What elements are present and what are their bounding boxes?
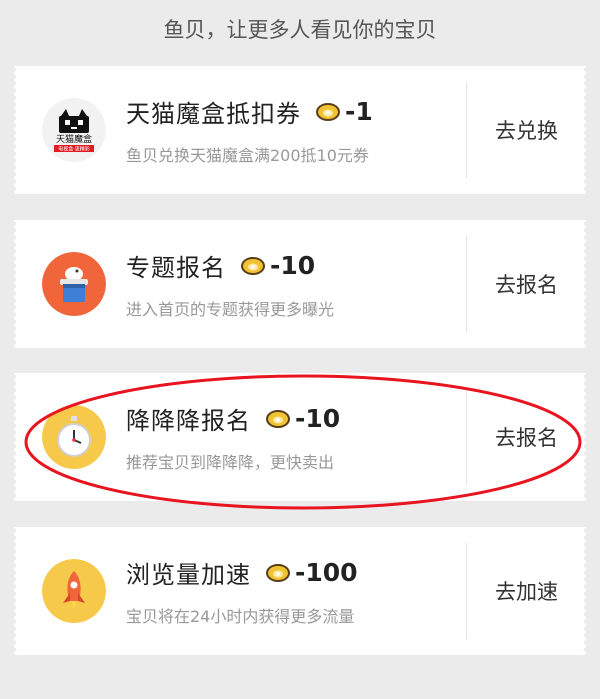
item-cost: -100: [295, 557, 358, 587]
title-row: 天猫魔盒抵扣券 -1: [126, 94, 373, 128]
item-cost: -10: [295, 403, 341, 433]
item-title: 天猫魔盒抵扣券: [126, 99, 301, 128]
list-item-topic-signup: 专题报名 -10 进入首页的专题获得更多曝光 去报名: [11, 220, 589, 348]
list-item-view-boost: 浏览量加速 -100 宝贝将在24小时内获得更多流量 去加速: [11, 527, 589, 655]
list-item-tmall-voucher: 天猫魔盒 电视盒·更精彩 天猫魔盒抵扣券 -1 鱼贝兑换天猫魔盒满200抵10元…: [11, 66, 589, 194]
page-header: 鱼贝，让更多人看见你的宝贝: [163, 18, 437, 42]
signup-button[interactable]: 去报名: [467, 220, 586, 348]
signup-button[interactable]: 去报名: [467, 373, 586, 501]
item-title: 浏览量加速: [126, 560, 251, 589]
title-row: 浏览量加速 -100: [126, 555, 358, 589]
logo-text: 天猫魔盒: [56, 133, 92, 145]
title-row: 降降降报名 -10: [126, 401, 340, 435]
item-description: 鱼贝兑换天猫魔盒满200抵10元券: [126, 146, 369, 165]
boost-button[interactable]: 去加速: [467, 527, 586, 655]
item-description: 宝贝将在24小时内获得更多流量: [126, 607, 355, 626]
item-description: 进入首页的专题获得更多曝光: [126, 300, 335, 319]
item-description: 推荐宝贝到降降降，更快卖出: [126, 453, 335, 472]
logo-subtext: 电视盒·更精彩: [58, 146, 90, 153]
shell-coin-icon: [266, 564, 290, 582]
shell-coin-icon: [316, 103, 340, 121]
stopwatch-icon: [42, 405, 106, 469]
rocket-icon: [42, 559, 106, 623]
item-title: 专题报名: [126, 253, 226, 282]
list-item-price-drop-signup: 降降降报名 -10 推荐宝贝到降降降，更快卖出 去报名: [11, 373, 589, 501]
item-cost: -10: [270, 250, 316, 280]
item-title: 降降降报名: [126, 406, 251, 435]
tmall-magic-box-logo: 天猫魔盒 电视盒·更精彩: [42, 98, 106, 162]
magic-hat-icon: [42, 252, 106, 316]
shell-coin-icon: [241, 257, 265, 275]
title-row: 专题报名 -10: [126, 248, 315, 282]
shell-coin-icon: [266, 410, 290, 428]
redeem-button[interactable]: 去兑换: [467, 66, 586, 194]
item-cost: -1: [345, 96, 373, 126]
